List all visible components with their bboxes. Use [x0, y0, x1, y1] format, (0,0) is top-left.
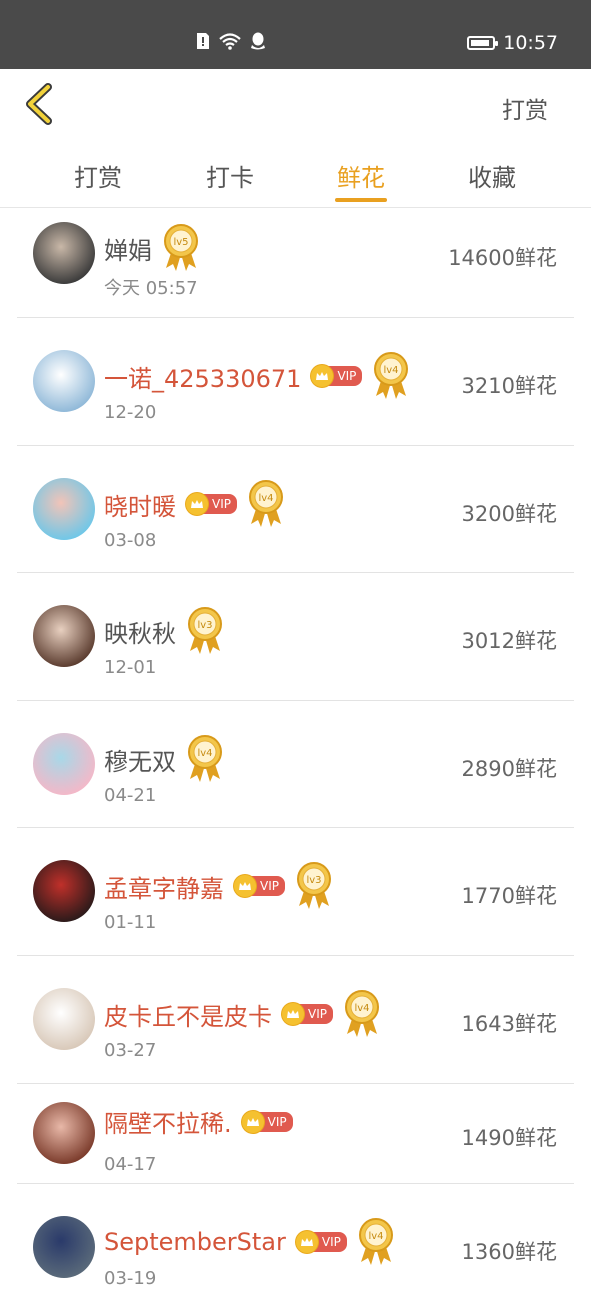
user-name[interactable]: 皮卡丘不是皮卡 VIP lv4	[104, 990, 381, 1038]
date-text: 03-27	[104, 1040, 157, 1061]
user-name[interactable]: 映秋秋 lv3	[104, 607, 224, 655]
level-medal-icon: lv4	[247, 480, 285, 528]
vip-badge: VIP	[282, 1003, 333, 1025]
list-item[interactable]: 一诺_425330671 VIP lv4 12-20 3210鲜花	[0, 318, 591, 446]
avatar[interactable]	[33, 860, 95, 922]
list-item[interactable]: 孟章字静嘉 VIP lv3 01-11 1770鲜花	[0, 828, 591, 956]
qq-icon	[250, 32, 266, 54]
flower-amount: 3200鲜花	[461, 502, 557, 526]
crown-icon	[241, 1110, 264, 1133]
level-text: lv3	[197, 620, 212, 631]
back-button[interactable]	[22, 83, 58, 125]
user-name[interactable]: 一诺_425330671 VIP lv4	[104, 352, 410, 400]
list-item[interactable]: 婵娟 lv5 今天 05:57 14600鲜花	[0, 208, 591, 318]
status-right: 10:57	[467, 32, 558, 54]
chevron-left-icon	[26, 83, 52, 125]
level-medal-icon: lv4	[357, 1218, 395, 1266]
date-text: 01-11	[104, 912, 157, 933]
user-name-text: 晓时暖	[104, 492, 176, 521]
battery-icon	[467, 36, 499, 50]
level-medal-icon: lv4	[186, 735, 224, 783]
avatar[interactable]	[33, 350, 95, 412]
user-name[interactable]: 孟章字静嘉 VIP lv3	[104, 862, 333, 910]
nav-reward-button[interactable]: 打赏	[502, 91, 548, 125]
user-name-text: 隔壁不拉稀.	[104, 1110, 232, 1138]
level-text: lv4	[197, 748, 212, 759]
vip-badge: VIP	[234, 875, 285, 897]
user-name[interactable]: 晓时暖 VIP lv4	[104, 480, 285, 528]
tab-checkin[interactable]: 打卡	[190, 158, 270, 193]
list-item[interactable]: 皮卡丘不是皮卡 VIP lv4 03-27 1643鲜花	[0, 956, 591, 1084]
vip-badge: VIP	[295, 1231, 347, 1253]
avatar[interactable]	[33, 988, 95, 1050]
level-text: lv4	[368, 1231, 383, 1242]
level-text: lv4	[384, 365, 399, 376]
user-name-text: 皮卡丘不是皮卡	[104, 1002, 272, 1031]
level-text: lv4	[354, 1003, 369, 1014]
user-name-text: 婵娟	[104, 236, 152, 265]
vip-badge: VIP	[311, 365, 363, 387]
user-name-text: SeptemberStar	[104, 1228, 286, 1256]
crown-icon	[234, 875, 256, 897]
active-tab-indicator	[335, 198, 387, 202]
tab-bar: 打赏 打卡 鲜花 收藏	[0, 139, 591, 208]
avatar[interactable]	[33, 478, 95, 540]
user-name-text: 穆无双	[104, 747, 176, 776]
nav-bar: 打赏	[0, 69, 591, 139]
flower-amount: 1360鲜花	[461, 1240, 557, 1264]
level-medal-icon: lv3	[186, 607, 224, 655]
date-text: 03-08	[104, 530, 157, 551]
list-item[interactable]: 晓时暖 VIP lv4 03-08 3200鲜花	[0, 446, 591, 573]
avatar[interactable]	[33, 1102, 95, 1164]
list-item[interactable]: 映秋秋 lv3 12-01 3012鲜花	[0, 573, 591, 701]
level-medal-icon: lv3	[295, 862, 333, 910]
level-medal-icon: lv4	[343, 990, 381, 1038]
crown-icon	[282, 1003, 304, 1025]
crown-icon	[186, 493, 208, 515]
flower-amount: 1770鲜花	[461, 884, 557, 908]
flower-amount: 1643鲜花	[461, 1012, 557, 1036]
tab-favorites[interactable]: 收藏	[452, 158, 532, 193]
user-name-text: 映秋秋	[104, 619, 176, 648]
flower-amount: 1490鲜花	[461, 1126, 557, 1150]
flower-amount: 3012鲜花	[461, 629, 557, 653]
list-item[interactable]: 隔壁不拉稀. VIP 04-17 1490鲜花	[0, 1084, 591, 1184]
date-text: 03-19	[104, 1268, 157, 1289]
status-bar: 10:57	[0, 0, 591, 69]
status-icons	[196, 32, 266, 54]
crown-icon	[295, 1231, 318, 1253]
avatar[interactable]	[33, 222, 95, 284]
user-name[interactable]: 隔壁不拉稀. VIP	[104, 1104, 293, 1139]
flower-amount: 2890鲜花	[461, 757, 557, 781]
user-name[interactable]: 婵娟 lv5	[104, 224, 200, 272]
tab-reward[interactable]: 打赏	[58, 158, 138, 193]
user-name[interactable]: SeptemberStar VIP lv4	[104, 1218, 395, 1266]
avatar[interactable]	[33, 605, 95, 667]
date-text: 今天 05:57	[104, 278, 198, 299]
date-text: 12-20	[104, 402, 157, 423]
level-medal-icon: lv4	[372, 352, 410, 400]
avatar[interactable]	[33, 733, 95, 795]
level-medal-icon: lv5	[162, 224, 200, 272]
date-text: 04-17	[104, 1154, 157, 1175]
user-name[interactable]: 穆无双 lv4	[104, 735, 224, 783]
level-text: lv4	[258, 493, 273, 504]
flower-amount: 3210鲜花	[461, 374, 557, 398]
list-item[interactable]: 穆无双 lv4 04-21 2890鲜花	[0, 701, 591, 828]
level-text: lv3	[306, 875, 321, 886]
date-text: 04-21	[104, 785, 157, 806]
avatar[interactable]	[33, 1216, 95, 1278]
tab-flowers[interactable]: 鲜花	[321, 158, 401, 193]
status-time: 10:57	[503, 32, 558, 54]
sim-alert-icon	[196, 32, 210, 54]
date-text: 12-01	[104, 657, 157, 678]
vip-badge: VIP	[186, 493, 237, 515]
list-item[interactable]: SeptemberStar VIP lv4 03-19 1360鲜花	[0, 1184, 591, 1289]
user-name-text: 一诺_425330671	[104, 364, 302, 393]
level-text: lv5	[173, 237, 188, 248]
vip-badge: VIP	[241, 1110, 293, 1133]
wifi-icon	[218, 32, 242, 54]
user-name-text: 孟章字静嘉	[104, 874, 224, 903]
flower-amount: 14600鲜花	[448, 246, 557, 270]
